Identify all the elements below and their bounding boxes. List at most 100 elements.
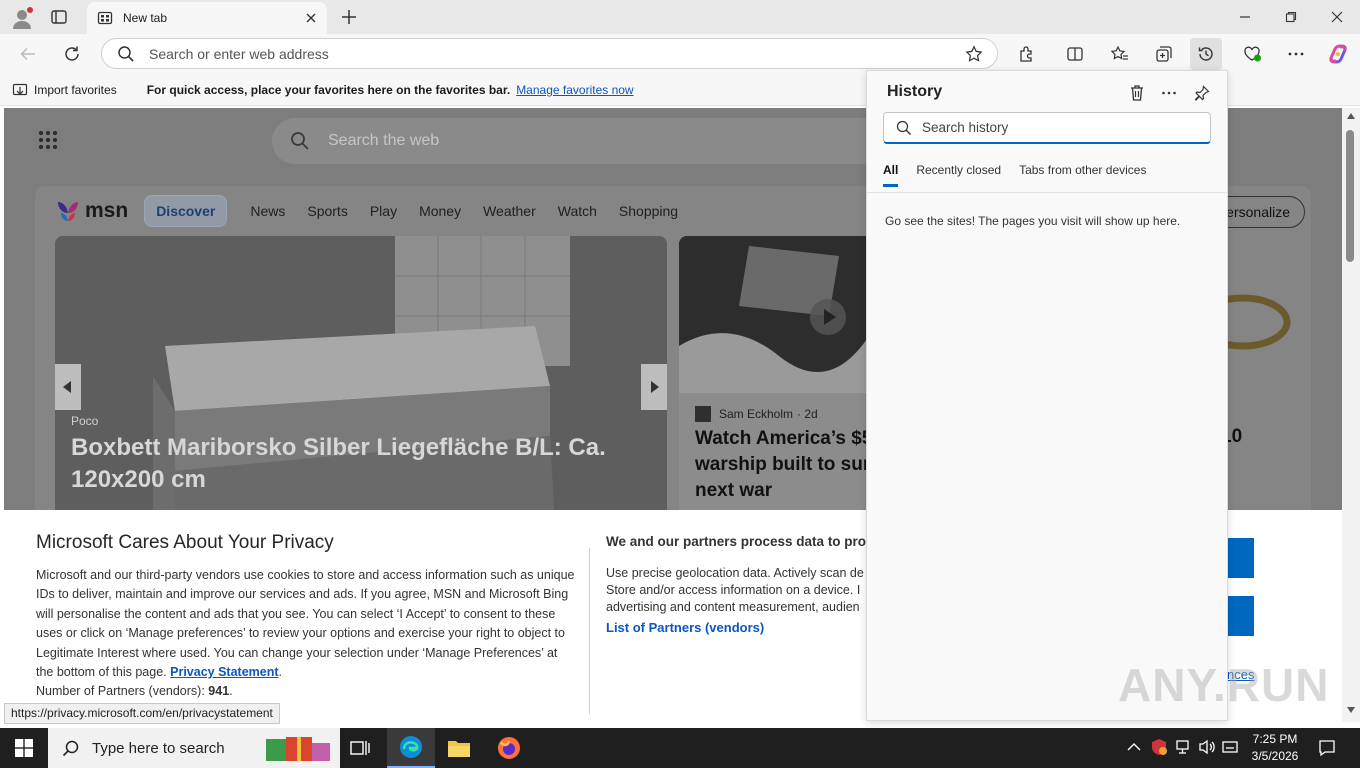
msn-search-placeholder: Search the web [328,132,440,149]
network-icon[interactable] [1175,739,1193,755]
import-favorites-button[interactable]: Import favorites [34,83,117,97]
tab-actions-icon[interactable] [50,8,68,26]
partners-line-3: advertising and content measurement, aud… [606,600,860,614]
favorite-star-icon[interactable] [965,44,983,63]
history-more-icon[interactable] [1155,79,1183,107]
partners-line-2: Store and/or access information on a dev… [606,583,861,597]
file-explorer-icon[interactable] [435,728,483,768]
tab-other-devices[interactable]: Tabs from other devices [1019,163,1146,187]
carousel-next-button[interactable] [641,364,667,410]
back-arrow-icon[interactable] [12,38,44,70]
msn-butterfly-icon [55,199,81,223]
clock-date: 3/5/2026 [1251,749,1299,763]
carousel-prev-button[interactable] [55,364,81,410]
scroll-down-icon[interactable] [1346,706,1356,714]
scroll-up-icon[interactable] [1346,112,1356,120]
clock-time: 7:25 PM [1252,732,1298,746]
nav-discover[interactable]: Discover [144,195,228,227]
page-scrollbar[interactable] [1342,108,1360,722]
close-tab-icon[interactable] [305,12,317,24]
video-author: Sam Eckholm · 2d [695,406,818,422]
collections-icon[interactable] [1148,38,1180,70]
tab-all[interactable]: All [883,163,899,187]
video-article-card[interactable]: Sam Eckholm · 2d Watch America’s $5 wars… [679,236,869,510]
taskbar-clock[interactable]: 7:25 PM 3/5/2026 [1240,731,1310,765]
search-icon [117,45,135,63]
nav-shopping[interactable]: Shopping [619,203,678,219]
history-search-box[interactable] [883,112,1211,144]
msn-logo[interactable]: msn [55,199,128,223]
watermark: ANY.RUN [1118,659,1330,711]
address-input[interactable] [149,45,965,62]
video-title[interactable]: Watch America’s $5 warship built to sur … [695,426,869,504]
edge-taskbar-icon[interactable] [387,728,435,768]
close-window-button[interactable] [1314,0,1360,34]
extensions-icon[interactable] [1011,38,1043,70]
pin-icon[interactable] [1188,79,1216,107]
msn-search-box[interactable]: Search the web [272,118,912,164]
browser-essentials-icon[interactable] [1236,38,1268,70]
nav-sports[interactable]: Sports [307,203,347,219]
nav-play[interactable]: Play [370,203,397,219]
privacy-body: Microsoft and our third-party vendors us… [36,568,575,699]
more-menu-icon[interactable] [1280,38,1312,70]
video-title-line-3: next war [695,480,773,501]
notifications-icon[interactable] [1318,739,1336,757]
input-method-icon[interactable] [1222,739,1238,755]
new-tab-plus-icon[interactable] [340,8,358,26]
task-view-icon[interactable] [336,728,384,768]
show-hidden-icons-icon[interactable] [1127,742,1141,752]
refresh-icon[interactable] [56,38,88,70]
privacy-body-text: Microsoft and our third-party vendors us… [36,568,575,680]
tab-new-tab[interactable]: New tab [87,2,327,34]
address-bar[interactable] [101,38,998,69]
privacy-divider [589,548,590,714]
profile-avatar-icon[interactable] [10,6,34,30]
nav-news[interactable]: News [250,203,285,219]
tab-recently-closed[interactable]: Recently closed [916,163,1001,187]
status-bar-url: https://privacy.microsoft.com/en/privacy… [4,703,280,724]
author-avatar [695,406,711,422]
favorites-icon[interactable] [1104,38,1136,70]
msn-nav: msn Discover News Sports Play Money Weat… [55,194,689,228]
history-icon[interactable] [1190,38,1222,70]
firefox-icon[interactable] [485,728,533,768]
restore-button[interactable] [1268,0,1314,34]
nav-weather[interactable]: Weather [483,203,536,219]
hero-title[interactable]: Boxbett Mariborsko Silber Liegefläche B/… [71,432,631,496]
delete-history-icon[interactable] [1123,79,1151,107]
author-name: Sam Eckholm [719,407,794,421]
reject-button[interactable] [1226,596,1254,636]
hero-article-card[interactable]: Poco Boxbett Mariborsko Silber Liegefläc… [55,236,667,510]
video-title-line-2: warship built to sur [695,454,869,475]
volume-icon[interactable] [1198,739,1216,755]
privacy-statement-link[interactable]: Privacy Statement [170,665,278,679]
hero-source: Poco [71,414,99,428]
app-launcher-icon[interactable] [38,130,58,150]
list-of-partners-link[interactable]: List of Partners (vendors) [606,620,764,635]
security-tray-icon[interactable] [1150,738,1168,756]
taskbar-search-placeholder: Type here to search [92,739,225,757]
partners-count-label: Number of Partners (vendors): [36,684,205,699]
partners-heading: We and our partners process data to prov [606,534,868,549]
nav-watch[interactable]: Watch [558,203,597,219]
split-screen-icon[interactable] [1059,38,1091,70]
minimize-button[interactable] [1222,0,1268,34]
title-bar: New tab [0,0,1360,34]
nav-money[interactable]: Money [419,203,461,219]
accept-button[interactable] [1226,538,1254,578]
history-panel: History All Recently closed Tabs from ot… [866,70,1228,721]
history-empty-message: Go see the sites! The pages you visit wi… [885,214,1181,228]
history-search-icon [896,120,912,136]
favorites-bar-message: For quick access, place your favorites h… [146,82,511,97]
windows-start-icon[interactable] [0,728,48,768]
partners-body: Use precise geolocation data. Actively s… [606,565,868,616]
privacy-title: Microsoft Cares About Your Privacy [36,532,334,553]
play-video-icon[interactable] [809,298,847,336]
taskbar-search-box[interactable]: Type here to search [48,728,340,768]
scrollbar-thumb[interactable] [1346,130,1354,262]
copilot-icon[interactable] [1322,38,1354,70]
partners-line-1: Use precise geolocation data. Actively s… [606,566,864,580]
manage-favorites-link[interactable]: Manage favorites now [516,83,633,97]
history-search-input[interactable] [922,120,1210,135]
